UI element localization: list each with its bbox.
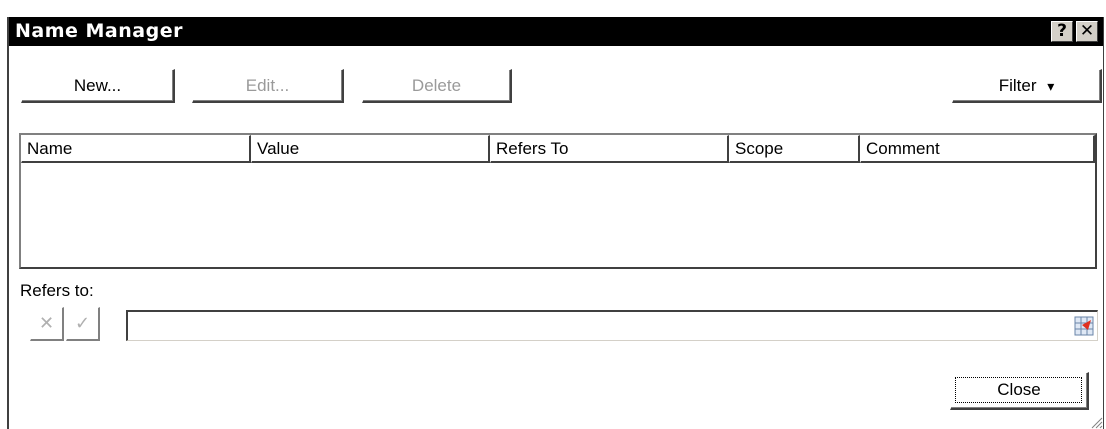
delete-button[interactable]: Delete: [362, 69, 512, 103]
column-header-comment[interactable]: Comment: [860, 135, 1095, 163]
filter-button[interactable]: Filter ▾: [952, 69, 1102, 103]
resize-grip-icon[interactable]: [1089, 415, 1103, 429]
name-manager-dialog: Name Manager ? ✕ New... Edit... Delete F…: [7, 17, 1104, 429]
range-selector-icon[interactable]: [1074, 316, 1094, 336]
dialog-title: Name Manager: [15, 20, 183, 42]
confirm-edit-button[interactable]: ✓: [66, 307, 100, 341]
close-icon: ✕: [1079, 21, 1095, 41]
new-button[interactable]: New...: [21, 69, 175, 103]
refers-to-input[interactable]: [126, 310, 1098, 341]
chevron-down-icon: ▾: [1047, 78, 1055, 94]
refers-to-label: Refers to:: [20, 281, 94, 300]
filter-button-label: Filter: [998, 76, 1037, 95]
column-header-scope[interactable]: Scope: [729, 135, 860, 163]
title-bar[interactable]: Name Manager ? ✕: [9, 17, 1103, 46]
close-window-button[interactable]: ✕: [1076, 21, 1098, 42]
close-button-label: Close: [997, 380, 1041, 399]
list-header: Name Value Refers To Scope Comment: [21, 135, 1095, 163]
edit-button-label: Edit...: [245, 76, 290, 95]
edit-button[interactable]: Edit...: [192, 69, 344, 103]
help-button[interactable]: ?: [1051, 21, 1073, 42]
close-button[interactable]: Close: [950, 372, 1089, 410]
delete-button-label: Delete: [411, 76, 462, 95]
cancel-x-icon: ✕: [38, 313, 55, 333]
column-header-value[interactable]: Value: [251, 135, 490, 163]
column-header-name[interactable]: Name: [21, 135, 251, 163]
checkmark-icon: ✓: [74, 313, 91, 333]
column-header-refers-to[interactable]: Refers To: [490, 135, 729, 163]
cancel-edit-button[interactable]: ✕: [30, 307, 64, 341]
new-button-label: New...: [73, 76, 122, 95]
names-list[interactable]: Name Value Refers To Scope Comment: [19, 133, 1097, 269]
